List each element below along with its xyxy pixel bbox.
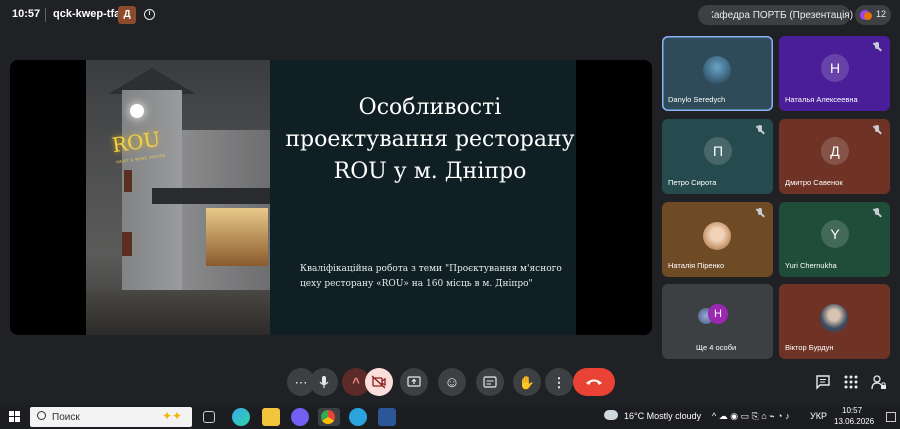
participants-button[interactable]: 12: [855, 5, 891, 25]
participant-count: 12: [876, 9, 887, 19]
chat-icon[interactable]: [815, 374, 831, 390]
participant-name: Ще 4 особи: [696, 343, 737, 352]
participant-tile[interactable]: Віктор Бурдун: [779, 284, 890, 359]
meeting-code[interactable]: qck-kwep-tfa: [53, 8, 120, 20]
leave-call-button[interactable]: [573, 368, 615, 396]
search-highlight-icon: ✦✦: [162, 409, 183, 423]
raise-hand-button[interactable]: ✋: [513, 368, 541, 396]
hand-icon: ✋: [518, 374, 536, 390]
telegram-icon[interactable]: [349, 408, 367, 426]
participant-tile[interactable]: Н Наталья Алексеевна: [779, 36, 890, 111]
host-controls-lock-icon[interactable]: [871, 374, 887, 390]
participant-avatar-photo: [703, 56, 731, 84]
windows-start-icon[interactable]: [9, 411, 21, 423]
viber-icon[interactable]: [291, 408, 309, 426]
building-window: [206, 208, 268, 266]
mic-muted-icon: [872, 42, 882, 52]
mic-icon: [319, 376, 329, 388]
mic-muted-icon: [755, 208, 765, 218]
mic-button[interactable]: [310, 368, 338, 396]
weather-text[interactable]: 16°C Mostly cloudy: [624, 411, 701, 421]
captions-icon: [483, 376, 497, 388]
participant-name: Наталья Алексеевна: [785, 95, 858, 104]
participant-tile[interactable]: Y Yuri Chernukha: [779, 202, 890, 277]
hang-up-icon: [586, 379, 602, 385]
file-explorer-icon[interactable]: [262, 408, 280, 426]
emoji-reactions-button[interactable]: ☺: [438, 368, 466, 396]
overflow-avatar: H: [708, 304, 728, 324]
participant-name: Дмитро Савенок: [785, 178, 843, 187]
presentation-stage[interactable]: ROU MEAT & WINE HOUSE Особливості проект…: [10, 60, 652, 335]
more-options-button[interactable]: ⋮: [545, 368, 573, 396]
clock-time[interactable]: 10:57: [842, 406, 862, 415]
language-indicator[interactable]: УКР: [810, 411, 827, 421]
taskbar-search-box[interactable]: Поиск ✦✦: [30, 407, 192, 427]
participant-tile[interactable]: H Ще 4 особи: [662, 284, 773, 359]
mic-muted-icon: [872, 125, 882, 135]
clock-date[interactable]: 13.06.2026: [834, 417, 874, 426]
participant-avatar-initial: Д: [821, 137, 849, 165]
participant-avatar-photo: [703, 222, 731, 250]
participant-name: Петро Сирота: [668, 178, 717, 187]
participant-avatar-photo: [820, 304, 848, 332]
mic-muted-icon: [872, 208, 882, 218]
participant-tile[interactable]: Danylo Seredych: [662, 36, 773, 111]
participant-avatar-initial: Y: [821, 220, 849, 248]
task-view-icon[interactable]: [203, 411, 215, 423]
participant-name: Віктор Бурдун: [785, 343, 834, 352]
meeting-time: 10:57: [12, 8, 41, 20]
slide-subtitle: Кваліфікаційна робота з теми "Проєктуван…: [300, 264, 562, 289]
info-icon[interactable]: i: [144, 9, 155, 20]
presentation-slide: ROU MEAT & WINE HOUSE Особливості проект…: [86, 60, 576, 335]
word-icon[interactable]: [378, 408, 396, 426]
present-screen-button[interactable]: [400, 368, 428, 396]
participant-name: Наталія Піренко: [668, 261, 725, 270]
present-icon: [407, 376, 421, 387]
captions-button[interactable]: [476, 368, 504, 396]
emoji-icon: ☺: [444, 373, 460, 391]
restaurant-photo: ROU MEAT & WINE HOUSE: [86, 60, 270, 335]
windows-taskbar: Поиск ✦✦ 16°C Mostly cloudy ^ ☁ ◉ ▭ ⎘ ⌂ …: [0, 405, 900, 429]
notifications-icon[interactable]: [886, 412, 896, 422]
presenter-chip-label: Кафедра ПОРТБ (Презентація): [708, 9, 854, 21]
camera-off-icon: [371, 375, 386, 389]
search-placeholder: Поиск: [52, 412, 80, 423]
participant-avatar-initial: П: [704, 137, 732, 165]
tray-icons[interactable]: ^ ☁ ◉ ▭ ⎘ ⌂ ⌁ ◔ ♪: [712, 411, 790, 422]
chevron-up-icon: ^: [352, 374, 360, 390]
building-door-upper: [124, 170, 132, 192]
building-ground: [86, 290, 270, 335]
host-badge-icon[interactable]: Д: [118, 6, 136, 24]
camera-toggle-button[interactable]: [365, 368, 393, 396]
participant-name: Yuri Chernukha: [785, 261, 837, 270]
mic-muted-icon: [755, 125, 765, 135]
search-icon: [37, 411, 46, 420]
people-icon-secondary: [864, 12, 872, 20]
building-lamp: [130, 104, 144, 118]
participant-tile[interactable]: Д Дмитро Савенок: [779, 119, 890, 194]
activities-grid-icon[interactable]: [843, 374, 859, 390]
chrome-icon-active[interactable]: [318, 408, 340, 426]
building-canopy: [152, 188, 270, 204]
participant-name: Danylo Seredych: [668, 95, 726, 104]
weather-cloud-icon: [604, 410, 618, 420]
slide-title: Особливості проектування ресторану ROU у…: [285, 95, 575, 184]
top-bar: 10:57 qck-kwep-tfa Д i Кафедра ПОРТБ (Пр…: [0, 0, 900, 30]
edge-browser-icon[interactable]: [232, 408, 250, 426]
participant-avatar-initial: Н: [821, 54, 849, 82]
presenter-chip[interactable]: Кафедра ПОРТБ (Презентація): [698, 5, 854, 25]
building-door: [122, 232, 132, 256]
participant-tile[interactable]: Наталія Піренко: [662, 202, 773, 277]
vertical-dots-icon: ⋮: [552, 374, 566, 390]
more-icon: ⋯: [294, 374, 308, 390]
participant-tile[interactable]: П Петро Сирота: [662, 119, 773, 194]
divider: [45, 8, 46, 22]
